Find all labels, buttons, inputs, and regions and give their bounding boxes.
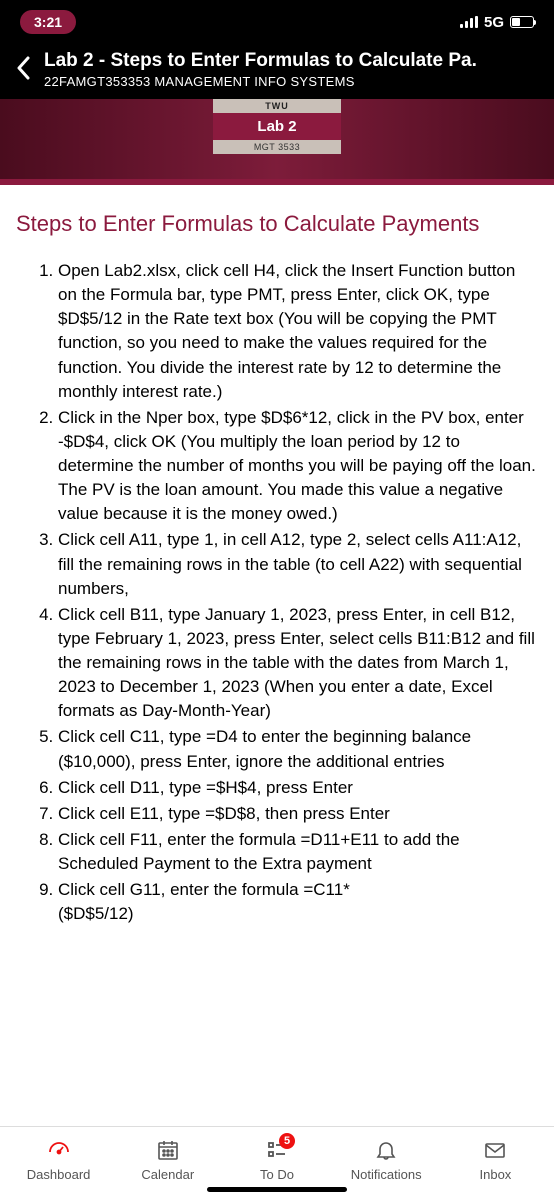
status-bar: 3:21 5G [0, 0, 554, 44]
tab-label: To Do [222, 1167, 331, 1182]
envelope-icon [441, 1137, 550, 1163]
pill-institution: TWU [213, 99, 341, 113]
tab-label: Notifications [332, 1167, 441, 1182]
tab-dashboard[interactable]: Dashboard [4, 1137, 113, 1182]
hero-banner: TWU Lab 2 MGT 3533 [0, 99, 554, 185]
todo-badge: 5 [279, 1133, 295, 1149]
page-title: Lab 2 - Steps to Enter Formulas to Calcu… [44, 50, 538, 72]
content-title: Steps to Enter Formulas to Calculate Pay… [16, 211, 538, 237]
page-subtitle: 22FAMGT353353 MANAGEMENT INFO SYSTEMS [44, 74, 538, 89]
steps-list: Open Lab2.xlsx, click cell H4, click the… [16, 259, 538, 902]
tab-label: Calendar [113, 1167, 222, 1182]
step-item: Open Lab2.xlsx, click cell H4, click the… [58, 259, 538, 404]
pill-lab: Lab 2 [213, 113, 341, 140]
tab-bar: Dashboard Calendar 5 To Do Notifications… [0, 1126, 554, 1200]
course-pill: TWU Lab 2 MGT 3533 [213, 99, 341, 154]
network-label: 5G [484, 14, 504, 31]
tab-label: Dashboard [4, 1167, 113, 1182]
step-item: Click cell D11, type =$H$4, press Enter [58, 776, 538, 800]
signal-icon [460, 16, 478, 28]
step-item: Click cell C11, type =D4 to enter the be… [58, 725, 538, 773]
step-item: Click in the Nper box, type $D$6*12, cli… [58, 406, 538, 527]
step-item: Click cell E11, type =$D$8, then press E… [58, 802, 538, 826]
pill-course: MGT 3533 [213, 140, 341, 154]
tab-inbox[interactable]: Inbox [441, 1137, 550, 1182]
step-item: Click cell B11, type January 1, 2023, pr… [58, 603, 538, 724]
battery-icon [510, 16, 534, 28]
calendar-icon [113, 1137, 222, 1163]
tab-calendar[interactable]: Calendar [113, 1137, 222, 1182]
step-item: Click cell A11, type 1, in cell A12, typ… [58, 528, 538, 600]
tab-label: Inbox [441, 1167, 550, 1182]
tab-notifications[interactable]: Notifications [332, 1137, 441, 1182]
bell-icon [332, 1137, 441, 1163]
page-header: Lab 2 - Steps to Enter Formulas to Calcu… [0, 44, 554, 99]
truncated-line: ($D$5/12) [16, 904, 538, 924]
step-item: Click cell F11, enter the formula =D11+E… [58, 828, 538, 876]
status-indicators: 5G [460, 14, 534, 31]
back-button[interactable] [16, 50, 30, 84]
tab-todo[interactable]: 5 To Do [222, 1137, 331, 1182]
home-indicator[interactable] [207, 1187, 347, 1192]
content-area[interactable]: Steps to Enter Formulas to Calculate Pay… [0, 185, 554, 924]
step-item: Click cell G11, enter the formula =C11* [58, 878, 538, 902]
status-time: 3:21 [20, 10, 76, 34]
gauge-icon [4, 1137, 113, 1163]
list-icon: 5 [222, 1137, 331, 1163]
